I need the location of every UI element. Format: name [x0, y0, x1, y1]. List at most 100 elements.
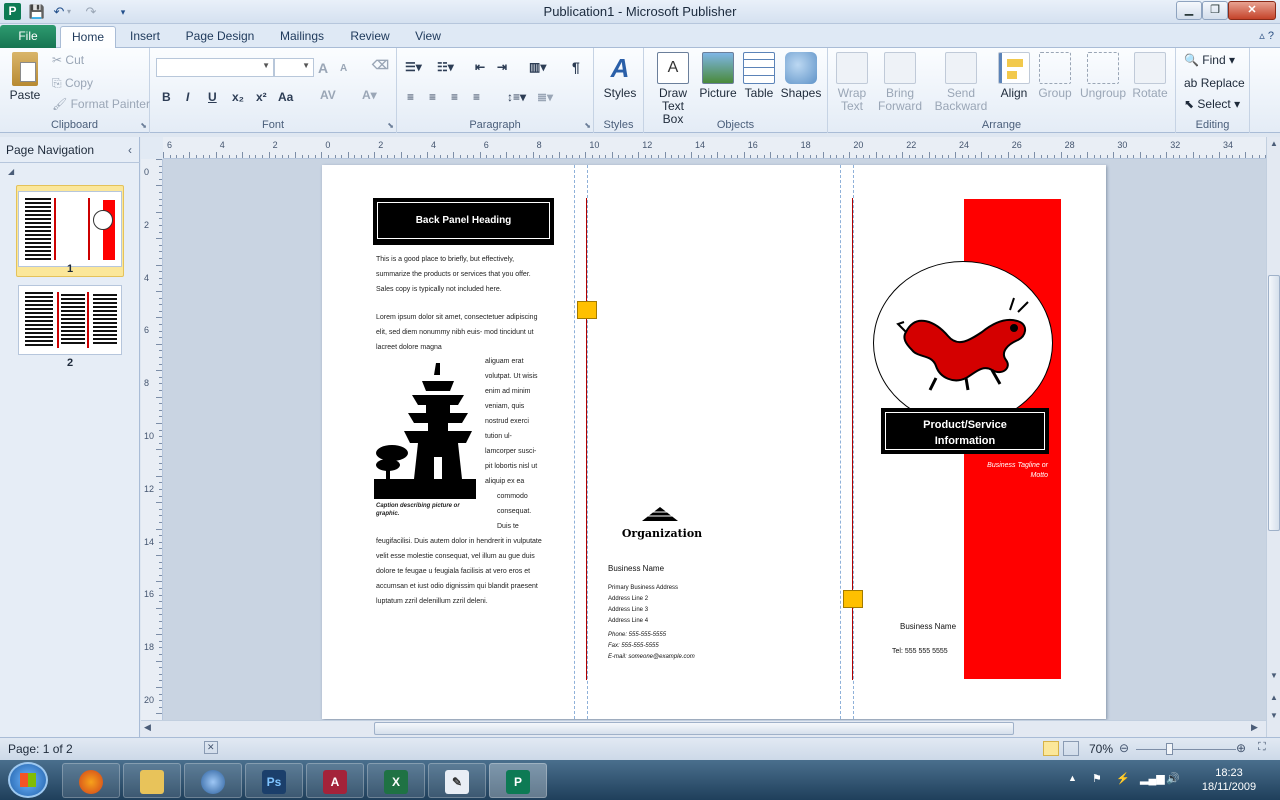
numbering-icon[interactable]: ☷▾	[437, 60, 454, 74]
two-page-view-icon[interactable]	[1063, 741, 1079, 756]
line-spacing-icon[interactable]: ↕≡▾	[507, 90, 526, 104]
paragraph-spacing-icon[interactable]: ≣▾	[537, 90, 553, 104]
zoom-level[interactable]: 70%	[1089, 742, 1113, 756]
business-name-front[interactable]: Business Name	[900, 622, 956, 631]
contact-block[interactable]: Phone: 555-555-5555 Fax: 555-555-5555 E-…	[608, 630, 695, 663]
taskbar-explorer[interactable]	[123, 763, 181, 798]
clear-formatting-icon[interactable]: ⌫	[372, 58, 389, 72]
product-heading-box[interactable]: Product/Service Information	[881, 408, 1049, 454]
tab-review[interactable]: Review	[342, 26, 398, 48]
columns-icon[interactable]: ▥▾	[529, 60, 546, 74]
scroll-right-icon[interactable]: ▶	[1251, 722, 1258, 733]
format-painter-button[interactable]: 🖌 Format Painter	[52, 97, 150, 111]
business-tagline[interactable]: Business Tagline or Motto	[962, 461, 1048, 481]
rotate-button[interactable]: Rotate	[1130, 52, 1170, 100]
replace-button[interactable]: ab Replace	[1184, 76, 1245, 90]
taskbar-thunderbird[interactable]	[184, 763, 242, 798]
macro-record-icon[interactable]: ✕	[204, 741, 218, 754]
font-launcher-icon[interactable]: ⬊	[387, 121, 394, 130]
tab-home[interactable]: Home	[60, 26, 116, 48]
lorem-paragraph-top[interactable]: Lorem ipsum dolor sit amet, consectetuer…	[376, 310, 546, 355]
organization-name[interactable]: Organization	[607, 527, 717, 540]
lorem-paragraph-bottom[interactable]: feugifacilisi. Duis autem dolor in hendr…	[376, 534, 552, 609]
taskbar-firefox[interactable]	[62, 763, 120, 798]
send-backward-button[interactable]: Send Backward	[928, 52, 994, 113]
back-panel-heading-box[interactable]: Back Panel Heading	[373, 198, 554, 245]
zoom-out-icon[interactable]: ⊖	[1119, 741, 1129, 755]
help-icon[interactable]: ▵ ?	[1259, 29, 1274, 42]
styles-button[interactable]: A Styles	[600, 52, 640, 100]
font-size-combo[interactable]: ▼	[274, 58, 314, 77]
align-right-icon[interactable]: ≡	[451, 90, 458, 104]
show-formatting-button[interactable]: ¶	[572, 59, 580, 75]
document-workspace[interactable]: Back Panel Heading This is a good place …	[163, 159, 1266, 720]
picture-caption[interactable]: Caption describing picture or graphic.	[376, 502, 482, 518]
select-button[interactable]: ⬉ Select ▾	[1184, 97, 1240, 111]
vertical-scrollbar[interactable]: ▲ ▼ ▲ ▼	[1266, 137, 1280, 737]
zoom-slider-track[interactable]	[1136, 749, 1236, 750]
copy-button[interactable]: ⎘ Copy	[52, 76, 93, 91]
fit-page-icon[interactable]: ⛶	[1258, 741, 1266, 754]
wrapped-text-column[interactable]: aliguam erat volutpat. Ut wisis enim ad …	[485, 354, 555, 534]
justify-icon[interactable]: ≡	[473, 90, 480, 104]
dragon-emblem-circle[interactable]	[873, 261, 1053, 425]
publication-page[interactable]: Back Panel Heading This is a good place …	[322, 165, 1106, 719]
italic-button[interactable]: I	[186, 90, 189, 104]
connected-textbox-handle[interactable]	[577, 301, 597, 319]
character-spacing-icon[interactable]: AV	[320, 88, 336, 102]
find-button[interactable]: 🔍 Find ▾	[1184, 53, 1235, 67]
superscript-button[interactable]: x²	[256, 90, 267, 104]
font-color-icon[interactable]: A▾	[362, 88, 377, 102]
vertical-scroll-thumb[interactable]	[1268, 275, 1280, 531]
scroll-down-icon[interactable]: ▼	[1268, 671, 1280, 685]
address-block[interactable]: Primary Business Address Address Line 2 …	[608, 583, 678, 627]
tab-view[interactable]: View	[408, 26, 448, 48]
start-button[interactable]	[8, 762, 48, 798]
next-page-icon[interactable]: ▼	[1268, 711, 1280, 725]
align-center-icon[interactable]: ≡	[429, 90, 436, 104]
vertical-ruler[interactable]: 0 2 4 6 8 10 12 14 16 18 20	[141, 159, 163, 720]
scroll-up-icon[interactable]: ▲	[1268, 139, 1280, 153]
grow-font-button[interactable]: A	[318, 60, 328, 76]
show-hidden-icons[interactable]: ▲	[1068, 773, 1077, 783]
volume-icon[interactable]: 🔊	[1166, 772, 1180, 785]
horizontal-scrollbar[interactable]: ◀ ▶	[141, 720, 1266, 737]
font-name-combo[interactable]: ▼	[156, 58, 274, 77]
subscript-button[interactable]: x₂	[232, 90, 244, 104]
page-thumbnail-1[interactable]	[18, 191, 122, 267]
restore-button[interactable]: ❐	[1202, 1, 1228, 20]
bold-button[interactable]: B	[162, 90, 171, 104]
page-thumbnail-2[interactable]	[18, 285, 122, 355]
taskbar-excel[interactable]: X	[367, 763, 425, 798]
change-case-button[interactable]: Aa	[278, 90, 293, 104]
increase-indent-icon[interactable]: ⇥	[497, 60, 507, 74]
horizontal-ruler[interactable]: 6 4 2 0 2 4 6 8 10 12 14 16 18 20 22 24 26 28 30 32 34	[163, 137, 1267, 159]
horizontal-scroll-thumb[interactable]	[374, 722, 1014, 735]
minimize-button[interactable]: ▁	[1176, 1, 1202, 20]
shapes-button[interactable]: Shapes	[780, 52, 822, 100]
collapse-pane-icon[interactable]: ‹	[128, 137, 132, 163]
tab-insert[interactable]: Insert	[122, 26, 168, 48]
ungroup-button[interactable]: Ungroup	[1078, 52, 1128, 100]
expand-section-icon[interactable]: ◢	[8, 167, 14, 176]
tab-file[interactable]: File	[0, 25, 56, 48]
signal-icon[interactable]: ▂▄▆	[1140, 772, 1165, 785]
clock[interactable]: 18:23 18/11/2009	[1194, 766, 1264, 794]
shrink-font-button[interactable]: A	[340, 63, 347, 74]
picture-button[interactable]: Picture	[698, 52, 738, 100]
zoom-in-icon[interactable]: ⊕	[1236, 741, 1246, 755]
zoom-slider-thumb[interactable]	[1166, 743, 1173, 755]
align-button[interactable]: Align	[996, 52, 1032, 100]
power-icon[interactable]: ⚡	[1116, 772, 1130, 785]
connected-textbox-handle[interactable]	[843, 590, 863, 608]
taskbar-notepad[interactable]: ✎	[428, 763, 486, 798]
scroll-left-icon[interactable]: ◀	[144, 722, 151, 733]
draw-text-box-button[interactable]: A Draw Text Box	[650, 52, 696, 126]
align-left-icon[interactable]: ≡	[407, 90, 414, 104]
paste-button[interactable]: Paste	[6, 52, 44, 102]
page-indicator[interactable]: Page: 1 of 2	[8, 742, 73, 756]
intro-paragraph[interactable]: This is a good place to briefly, but eff…	[376, 252, 546, 297]
bullets-icon[interactable]: ☰▾	[405, 60, 422, 74]
network-icon[interactable]: ⚑	[1092, 772, 1102, 785]
tab-mailings[interactable]: Mailings	[272, 26, 332, 48]
